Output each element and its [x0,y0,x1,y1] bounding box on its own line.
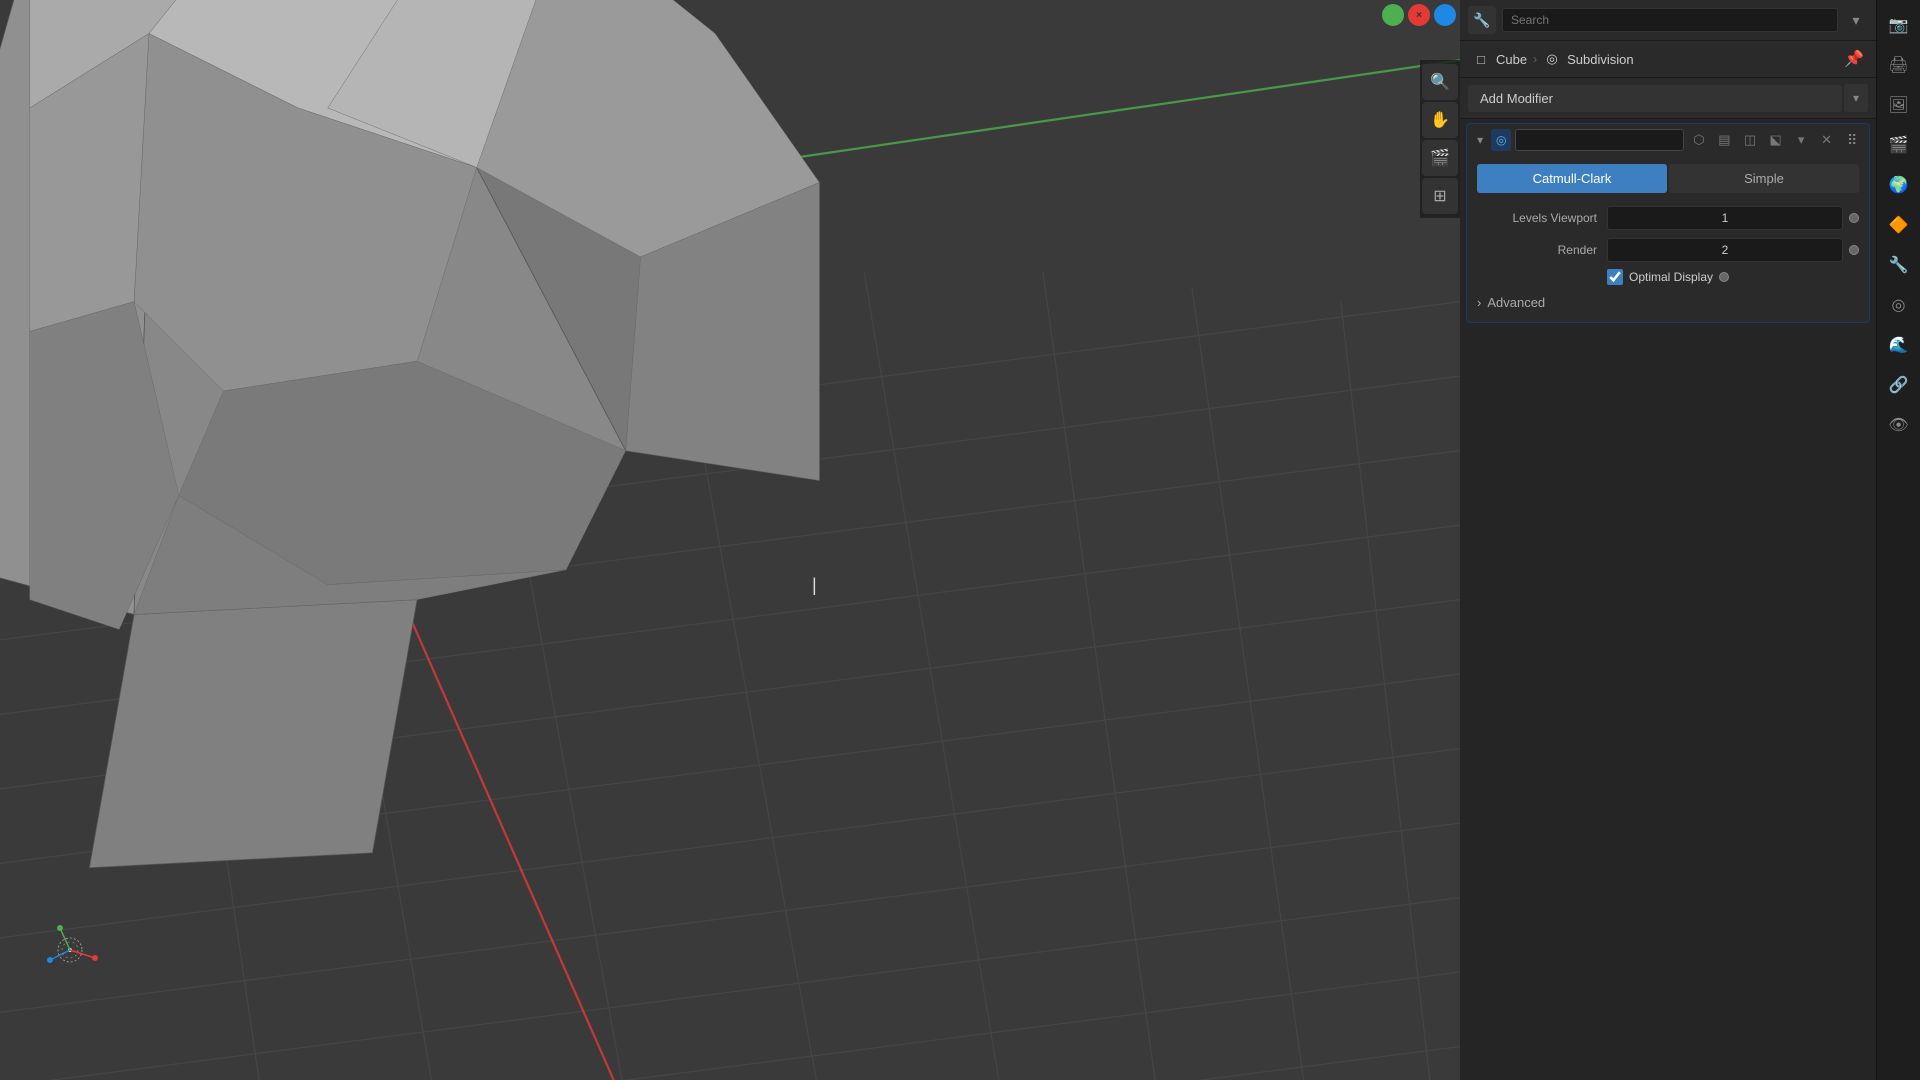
sidebar-item-data[interactable]: 👁 [1882,408,1916,442]
main-layout: | × 🔍 ✋ 🎬 ⊞ [0,0,1920,1080]
breadcrumb: □ Cube › ◎ Subdivision 📌 [1460,41,1876,78]
data-icon: 👁 [1888,415,1908,435]
type-buttons: Catmull-Clark Simple [1477,164,1859,193]
particles-icon: ◎ [1892,295,1906,315]
breadcrumb-object-name[interactable]: Cube [1496,52,1527,67]
optimal-display-checkbox[interactable] [1607,269,1623,285]
modifier-props-icon: 🔧 [1889,255,1909,275]
realtime-icon: ⬡ [1693,132,1704,148]
sidebar-item-scene[interactable]: 🎬 [1882,128,1916,162]
camera-icon: 🎬 [1430,148,1450,168]
add-modifier-button[interactable]: Add Modifier [1468,85,1842,112]
modifier-cage-button[interactable]: ⬕ [1765,128,1787,152]
optimal-display-keyframe-dot[interactable] [1719,272,1729,282]
sidebar-item-object[interactable]: 🔶 [1882,208,1916,242]
properties-panel: 🔧 ▾ □ Cube › ◎ Subdivision 📌 Add Modifie… [1460,0,1876,1080]
grid-icon: ⊞ [1433,186,1446,206]
modifier-body: Catmull-Clark Simple Levels Viewport Ren [1467,156,1869,322]
modifier-render-button[interactable]: ▤ [1714,128,1736,152]
cage-icon: ⬕ [1769,132,1781,148]
pan-tool-button[interactable]: ✋ [1422,102,1458,138]
levels-viewport-value-container [1607,206,1859,230]
breadcrumb-modifier-name[interactable]: Subdivision [1567,52,1634,67]
axis-indicator [40,920,100,980]
projection-tool-button[interactable]: ⊞ [1422,178,1458,214]
panel-menu-button[interactable]: 🔧 [1468,6,1496,34]
viewport-toolbar: 🔍 ✋ 🎬 ⊞ [1420,60,1460,218]
levels-viewport-label: Levels Viewport [1477,211,1607,225]
layers-icon: 🖼 [1888,95,1908,115]
add-modifier-dropdown-button[interactable]: ▾ [1844,84,1868,112]
modifier-edit-button[interactable]: ◫ [1739,128,1761,152]
object-icon: □ [1472,50,1490,68]
world-icon: 🌍 [1889,175,1909,195]
levels-viewport-keyframe-dot[interactable] [1849,213,1859,223]
advanced-section: › Advanced [1477,291,1859,314]
sidebar-item-particles[interactable]: ◎ [1882,288,1916,322]
optimal-display-row: Optimal Display [1477,269,1859,285]
viewport[interactable]: | × 🔍 ✋ 🎬 ⊞ [0,0,1460,1080]
window-maximize-button[interactable] [1382,4,1404,26]
render-level-row: Render [1477,237,1859,263]
window-close-button[interactable]: × [1408,4,1430,26]
dots-icon: ⠿ [1847,132,1857,149]
render-input[interactable] [1607,238,1843,262]
icon-sidebar: 📷 🖨 🖼 🎬 🌍 🔶 🔧 ◎ � [1876,0,1920,1080]
add-modifier-bar: Add Modifier ▾ [1460,78,1876,119]
right-panel: 🔧 ▾ □ Cube › ◎ Subdivision 📌 Add Modifie… [1460,0,1920,1080]
pin-button[interactable]: 📌 [1844,49,1864,69]
modifier-card: ▾ ◎ ⬡ ▤ ◫ ⬕ [1466,123,1870,323]
sidebar-item-render[interactable]: 📷 [1882,8,1916,42]
viewport-canvas [0,0,1460,1080]
edit-icon: ◫ [1744,132,1756,148]
optimal-display-label: Optimal Display [1629,270,1713,284]
modifier-collapse-button[interactable]: ▾ [1473,133,1487,147]
advanced-header[interactable]: › Advanced [1477,291,1859,314]
render-icon: ▤ [1718,132,1730,148]
sidebar-item-output[interactable]: 🖨 [1882,48,1916,82]
close-icon: ✕ [1821,132,1832,148]
window-minimize-button[interactable] [1434,4,1456,26]
modifier-more-button[interactable]: ⠿ [1841,128,1863,152]
modifier-type-icon: ◎ [1491,129,1511,151]
render-label: Render [1477,243,1607,257]
panel-header: 🔧 ▾ [1460,0,1876,41]
levels-viewport-input[interactable] [1607,206,1843,230]
scene-icon: 🎬 [1889,135,1909,155]
catmull-clark-button[interactable]: Catmull-Clark [1477,164,1667,193]
simple-button[interactable]: Simple [1669,164,1859,193]
panel-collapse-button[interactable]: ▾ [1844,8,1868,32]
modifier-breadcrumb-icon: ◎ [1543,50,1561,68]
render-keyframe-dot[interactable] [1849,245,1859,255]
modifier-tab-icon: 🔧 [1473,12,1490,29]
orbit-tool-button[interactable]: 🎬 [1422,140,1458,176]
zoom-icon: 🔍 [1430,72,1450,92]
render-value-container [1607,238,1859,262]
modifier-realtime-button[interactable]: ⬡ [1688,128,1710,152]
constraints-icon: 🔗 [1889,375,1909,395]
physics-icon: 🌊 [1889,335,1909,355]
sidebar-item-constraints[interactable]: 🔗 [1882,368,1916,402]
window-controls: × [1378,0,1460,30]
breadcrumb-separator: › [1533,52,1537,66]
zoom-tool-button[interactable]: 🔍 [1422,64,1458,100]
modifier-header: ▾ ◎ ⬡ ▤ ◫ ⬕ [1467,124,1869,156]
search-input[interactable] [1502,8,1838,32]
advanced-chevron-icon: › [1477,295,1481,310]
camera-render-icon: 📷 [1889,15,1909,35]
print-icon: 🖨 [1888,55,1908,75]
modifier-name-input[interactable] [1515,129,1684,151]
sidebar-item-modifier[interactable]: 🔧 [1882,248,1916,282]
sidebar-item-view-layer[interactable]: 🖼 [1882,88,1916,122]
expand-icon: ▾ [1798,132,1805,148]
modifier-expand-button[interactable]: ▾ [1790,128,1812,152]
modifier-delete-button[interactable]: ✕ [1816,128,1838,152]
object-props-icon: 🔶 [1889,215,1909,235]
advanced-label: Advanced [1487,295,1545,310]
levels-viewport-row: Levels Viewport [1477,205,1859,231]
hand-icon: ✋ [1430,110,1450,130]
sidebar-item-world[interactable]: 🌍 [1882,168,1916,202]
sidebar-item-physics[interactable]: 🌊 [1882,328,1916,362]
